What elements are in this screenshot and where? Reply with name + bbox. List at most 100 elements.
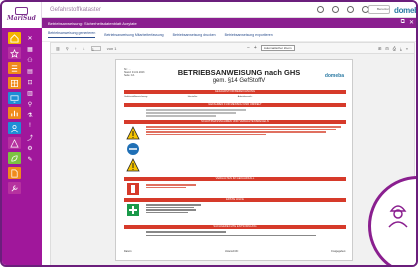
download-icon[interactable]: ⤓	[400, 46, 402, 51]
window-header: Betriebsanweisung: Sicherheitsdatenblatt…	[42, 18, 416, 28]
rail-sub-cart-icon[interactable]: ⊡	[24, 78, 36, 86]
rail-sub-alert-icon[interactable]: !	[24, 122, 36, 130]
search-icon[interactable]: ⚲	[66, 46, 69, 51]
app-title: Gefahrstoffkataster	[50, 7, 101, 13]
wrench-icon	[11, 184, 18, 191]
present-icon[interactable]: ⊞	[378, 46, 381, 51]
row-label-substance: Gefahrstoffbezeichnung:	[124, 96, 148, 98]
rail-home-button[interactable]	[8, 32, 21, 44]
doc-subtitle: gem. §14 GefStoffV	[212, 78, 266, 84]
help-icon[interactable]	[317, 6, 324, 13]
zoom-select[interactable]: Automatischer Zoom	[260, 45, 295, 51]
zoom-in-icon[interactable]: +	[254, 45, 257, 51]
star-icon	[10, 48, 19, 58]
list-icon	[11, 64, 18, 72]
sidebar-toggle-icon[interactable]: ▥	[56, 46, 60, 51]
rail-sub-flask-icon[interactable]: ⚗	[24, 111, 36, 119]
rail-monitor-button[interactable]	[8, 92, 21, 104]
rail-sub-close-icon[interactable]: ✕	[24, 34, 36, 42]
worker-icon	[388, 205, 408, 228]
rail-warning-button[interactable]	[8, 137, 21, 149]
fire-extinguisher-icon	[126, 182, 140, 196]
prev-page-icon[interactable]: ↑	[75, 46, 77, 51]
pdf-viewer: ▥ ⚲ ↑ ↓ 1 von 1 − + Automatischer Zoom ⊞…	[50, 42, 415, 265]
section-substance: GEFAHRSTOFFBEZEICHNUNG	[124, 90, 346, 94]
rail-sub-people-icon[interactable]: ⚇	[24, 56, 36, 64]
document-page: Nr.: ... Stand: 01.01.2023 Seite: 1/1 BE…	[115, 59, 353, 261]
rail-sub-gear-icon[interactable]: ⚙	[24, 144, 36, 152]
doc-title: BETRIEBSANWEISUNG nach GHS	[177, 68, 301, 77]
sign-date-label: Datum:	[124, 250, 133, 253]
next-page-icon[interactable]: ↓	[83, 46, 85, 51]
warning-icon	[10, 138, 19, 147]
window-title: Betriebsanweisung: Sicherheitsdatenblatt…	[48, 21, 137, 26]
rail-sub-doc-icon[interactable]: ▤	[24, 67, 36, 75]
rail-plant-button[interactable]	[8, 152, 21, 164]
print-icon[interactable]: ⎙	[393, 46, 396, 51]
rail-list-button[interactable]	[8, 62, 21, 74]
app-window: MariSud ✕ ▦ ⚇ ▤ ⊡ ▥ ⚲ ⚗ ! ⤴ ⚙ ✎ Gefahrst…	[0, 0, 418, 267]
tab-generate[interactable]: Betriebsanweisung generieren	[48, 31, 96, 38]
rail-tools-button[interactable]	[8, 182, 21, 194]
section-hazards: GEFAHREN FÜR MENSCH UND UMWELT	[124, 103, 346, 107]
section-disposal: SACHGERECHTE ENTSORGUNG	[124, 225, 346, 229]
left-rail: MariSud ✕ ▦ ⚇ ▤ ⊡ ▥ ⚲ ⚗ ! ⤴ ⚙ ✎	[2, 2, 42, 265]
disposal-text	[146, 231, 336, 236]
monitor-icon	[10, 94, 19, 102]
bar-chart-icon	[11, 110, 18, 116]
restore-icon[interactable]: ⧉	[401, 19, 405, 26]
ghs-exclamation-icon	[126, 126, 140, 140]
settings-icon[interactable]	[332, 6, 339, 13]
tab-bar: Betriebsanweisung generieren Betriebsanw…	[42, 28, 416, 42]
title-bar: Gefahrstoffkataster Benutzer domeba	[42, 2, 416, 18]
rail-sub-grid-icon[interactable]: ▦	[24, 45, 36, 53]
doc-logo: domeba	[324, 73, 344, 79]
viewer-toolbar: ▥ ⚲ ↑ ↓ 1 von 1 − + Automatischer Zoom ⊞…	[51, 43, 414, 54]
rail-sub-chart-icon[interactable]: ▥	[24, 89, 36, 97]
logo: MariSud	[2, 2, 42, 28]
hazards-text	[146, 109, 316, 117]
ppe-goggles-icon	[126, 142, 140, 156]
more-tools-icon[interactable]: »	[406, 46, 408, 51]
sign-signature-label: Unterschrift:	[224, 250, 239, 253]
close-icon[interactable]: ✕	[409, 19, 414, 26]
first-aid-icon	[126, 203, 140, 217]
section-first-aid: ERSTE HILFE	[124, 198, 346, 202]
protection-text	[146, 126, 341, 135]
rail-person-button[interactable]	[8, 122, 21, 134]
ghs-warning-icon	[126, 158, 140, 172]
rail-document-button[interactable]	[8, 167, 21, 179]
page-number-input[interactable]: 1	[90, 46, 101, 52]
section-protection: SCHUTZMASSNAHMEN UND VERHALTENSREGELN	[124, 120, 346, 124]
leaf-icon	[11, 154, 18, 162]
logo-mark-icon	[15, 7, 28, 15]
row-label-area: Arbeitsbereich:	[237, 96, 253, 98]
rail-favorites-button[interactable]	[8, 47, 21, 59]
rail-chart-button[interactable]	[8, 107, 21, 119]
tab-export[interactable]: Betriebsanweisung exportieren	[225, 33, 273, 37]
page-total: von 1	[106, 46, 117, 51]
row-label-manufacturer: Hersteller:	[187, 96, 198, 98]
tab-print[interactable]: Betriebsanweisung drucken	[173, 33, 216, 37]
brand-logo: domeba	[394, 6, 416, 15]
user-menu[interactable]: Benutzer	[368, 5, 390, 14]
tab-employee[interactable]: Betriebsanweisung Mitarbeiterfassung	[104, 33, 163, 37]
first-aid-text	[146, 204, 206, 213]
emergency-text	[146, 184, 206, 188]
document-canvas: Nr.: ... Stand: 01.01.2023 Seite: 1/1 BE…	[51, 54, 414, 265]
notifications-icon[interactable]	[347, 6, 354, 13]
doc-meta: Nr.: ... Stand: 01.01.2023 Seite: 1/1	[124, 68, 145, 77]
section-emergency: VERHALTEN IM GEFAHRFALL	[124, 177, 346, 181]
document-icon	[11, 169, 18, 177]
rail-sub-pen-icon[interactable]: ✎	[24, 155, 36, 163]
rail-sub-user-icon[interactable]: ⚲	[24, 100, 36, 108]
logo-text: MariSud	[7, 15, 36, 22]
open-file-icon[interactable]: ⊟	[385, 46, 388, 51]
zoom-out-icon[interactable]: −	[247, 45, 250, 51]
rail-sub-share-icon[interactable]: ⤴	[24, 133, 36, 142]
table-icon	[10, 79, 19, 87]
person-icon	[11, 124, 18, 132]
rail-table-button[interactable]	[8, 77, 21, 89]
sign-approved-label: Freigegeben:	[331, 250, 346, 253]
home-icon	[10, 33, 19, 43]
